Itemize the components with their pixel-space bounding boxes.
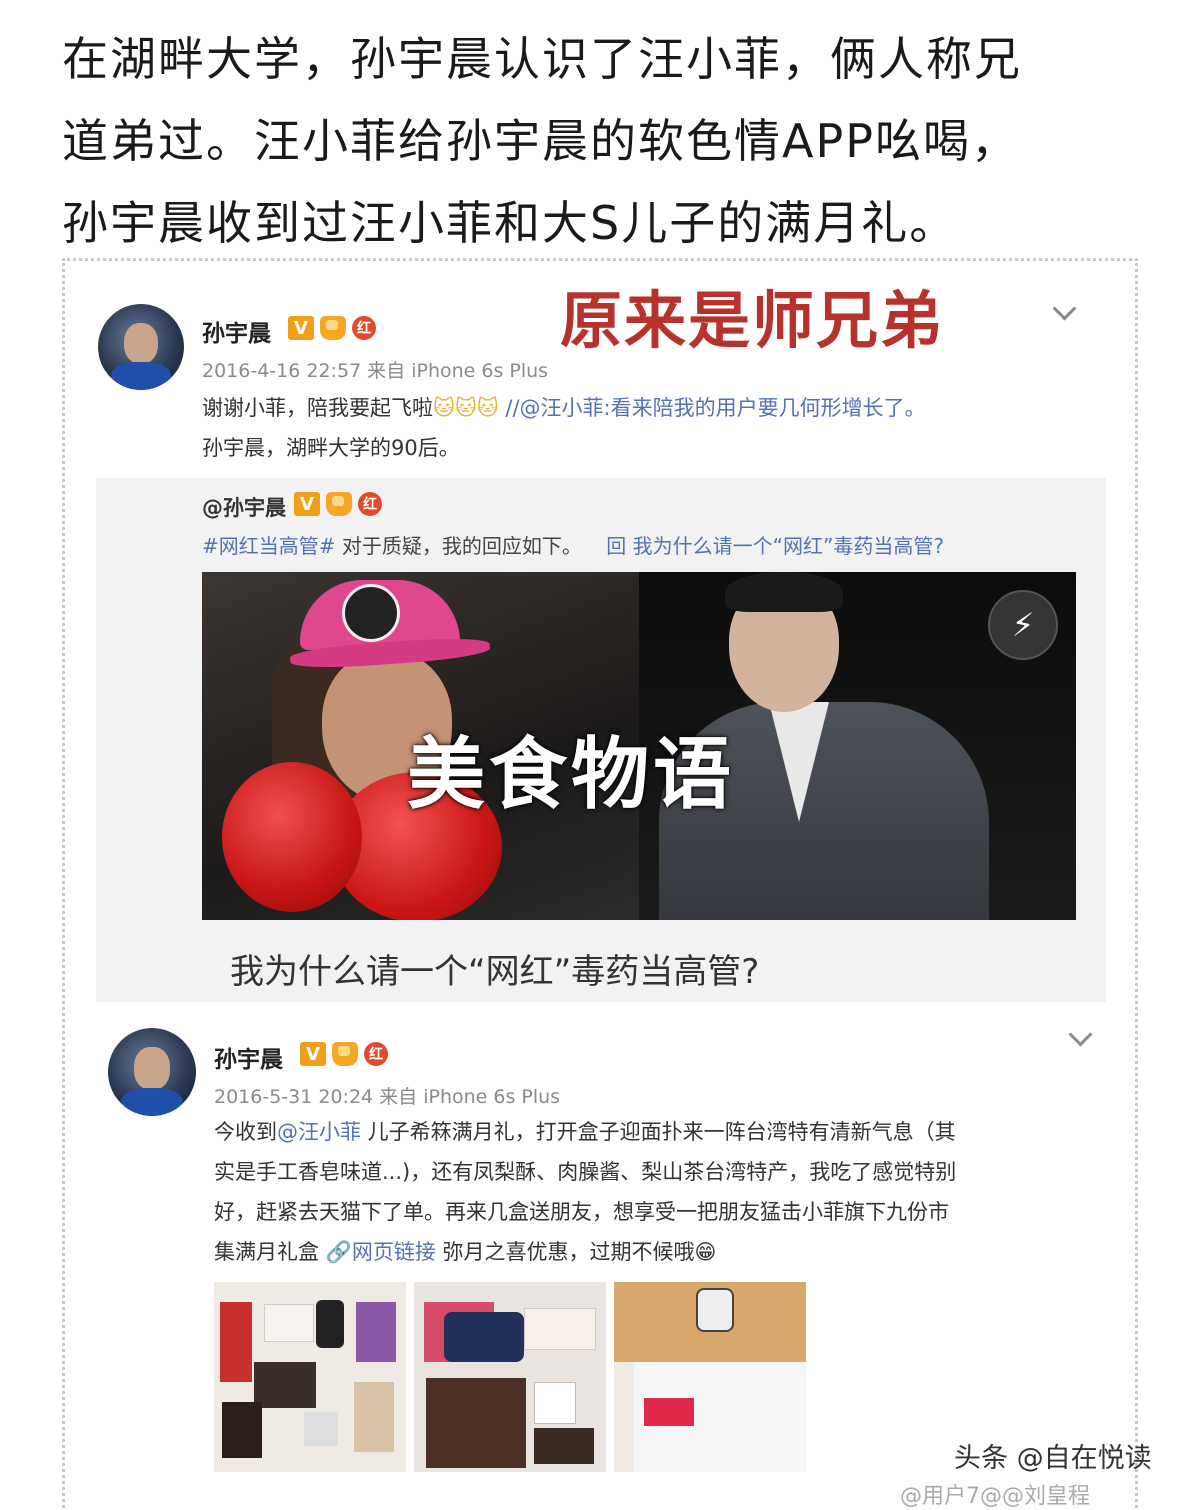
post-text-line-4: 集满月礼盒	[214, 1240, 326, 1264]
post-author-name[interactable]: 孙宇晨	[202, 314, 271, 348]
post-author-name[interactable]: 孙宇晨	[214, 1040, 283, 1074]
overlay-title: 原来是师兄弟	[560, 284, 945, 357]
verified-icon: V	[300, 1042, 326, 1066]
headline-line-3: 孙宇晨收到过汪小菲和大S儿子的满月礼。	[62, 196, 958, 250]
post-text-pre: 今收到	[214, 1120, 277, 1144]
article-banner-image[interactable]: 美食物语 ⚡	[202, 572, 1076, 920]
post-text-line-1: 儿子希箖满月礼，打开盒子迎面扑来一阵台湾特有清新气息（其	[361, 1120, 956, 1144]
author-badges: V 红	[300, 1042, 388, 1066]
avatar[interactable]	[98, 304, 184, 390]
headline-line-1: 在湖畔大学，孙宇晨认识了汪小菲，俩人称兄	[62, 32, 1022, 86]
post-text-line-2: 孙宇晨，湖畔大学的90后。	[202, 436, 460, 460]
mention-link[interactable]: @汪小菲	[277, 1120, 361, 1144]
member-badge-icon	[320, 316, 346, 340]
red-badge-icon: 红	[352, 316, 376, 340]
hashtag-link[interactable]: #网红当高管#	[202, 534, 336, 558]
verified-icon: V	[288, 316, 314, 340]
article-card-title[interactable]: 我为什么请一个“网红”毒药当高管?	[230, 944, 759, 993]
headline-line-2: 道弟过。汪小菲给孙宇晨的软色情APP吆喝，	[62, 114, 1019, 168]
post-text-main: 谢谢小菲，陪我要起飞啦	[202, 396, 433, 420]
post-meta: 2016-5-31 20:24 来自 iPhone 6s Plus	[214, 1086, 561, 1108]
weibo-watermark: @用户7@@刘皇程	[900, 1484, 1090, 1509]
red-badge-icon: 红	[358, 492, 382, 516]
flash-icon[interactable]: ⚡	[988, 590, 1058, 660]
post-text-line-4-end: 弥月之喜优惠，过期不候哦	[435, 1240, 695, 1264]
article-link-icon[interactable]: 回	[606, 534, 626, 558]
banner-overlay-text: 美食物语	[407, 730, 736, 820]
member-badge-icon	[332, 1042, 358, 1066]
link-icon: 🔗	[325, 1240, 352, 1264]
article-link[interactable]: 我为什么请一个“网红”毒药当高管?	[633, 534, 944, 558]
verified-icon: V	[294, 492, 320, 516]
quoted-author[interactable]: @孙宇晨	[202, 492, 286, 522]
avatar[interactable]	[108, 1028, 196, 1116]
post-meta: 2016-4-16 22:57 来自 iPhone 6s Plus	[202, 360, 549, 382]
quoted-text-body: 对于质疑，我的回应如下。	[335, 534, 582, 558]
source-watermark: 头条 @自在悦读	[954, 1443, 1152, 1474]
author-badges: V 红	[288, 316, 376, 340]
post-text-line-3: 好，赶紧去天猫下了单。再来几盒送朋友，想享受一把朋友猛击小菲旗下九份市	[214, 1200, 949, 1224]
web-link[interactable]: 网页链接	[352, 1240, 436, 1264]
post-text-line-2: 实是手工香皂味道...)，还有凤梨酥、肉臊酱、梨山茶台湾特产，我吃了感觉特别	[214, 1160, 957, 1184]
post-text: 谢谢小菲，陪我要起飞啦🐱🐱🐱 //@汪小菲:看来陪我的用户要几何形增长了。 孙宇…	[202, 388, 1102, 468]
headline: 在湖畔大学，孙宇晨认识了汪小菲，俩人称兄 道弟过。汪小菲给孙宇晨的软色情APP吆…	[62, 18, 1162, 264]
photo-thumbnail[interactable]	[614, 1282, 806, 1472]
member-badge-icon	[326, 492, 352, 516]
photo-thumbnail[interactable]	[214, 1282, 406, 1472]
post-text: 今收到@汪小菲 儿子希箖满月礼，打开盒子迎面扑来一阵台湾特有清新气息（其 实是手…	[214, 1112, 1114, 1272]
red-badge-icon: 红	[364, 1042, 388, 1066]
quoted-text: #网红当高管# 对于质疑，我的回应如下。 回 我为什么请一个“网红”毒药当高管?	[202, 530, 944, 559]
photo-thumbnail[interactable]	[414, 1282, 606, 1472]
quoted-author-badges: V 红	[294, 492, 382, 516]
repost-text[interactable]: //@汪小菲:看来陪我的用户要几何形增长了。	[499, 396, 925, 420]
emoji-icon: 🐱🐱🐱	[433, 396, 499, 420]
emoji-icon: 😁	[694, 1240, 717, 1264]
